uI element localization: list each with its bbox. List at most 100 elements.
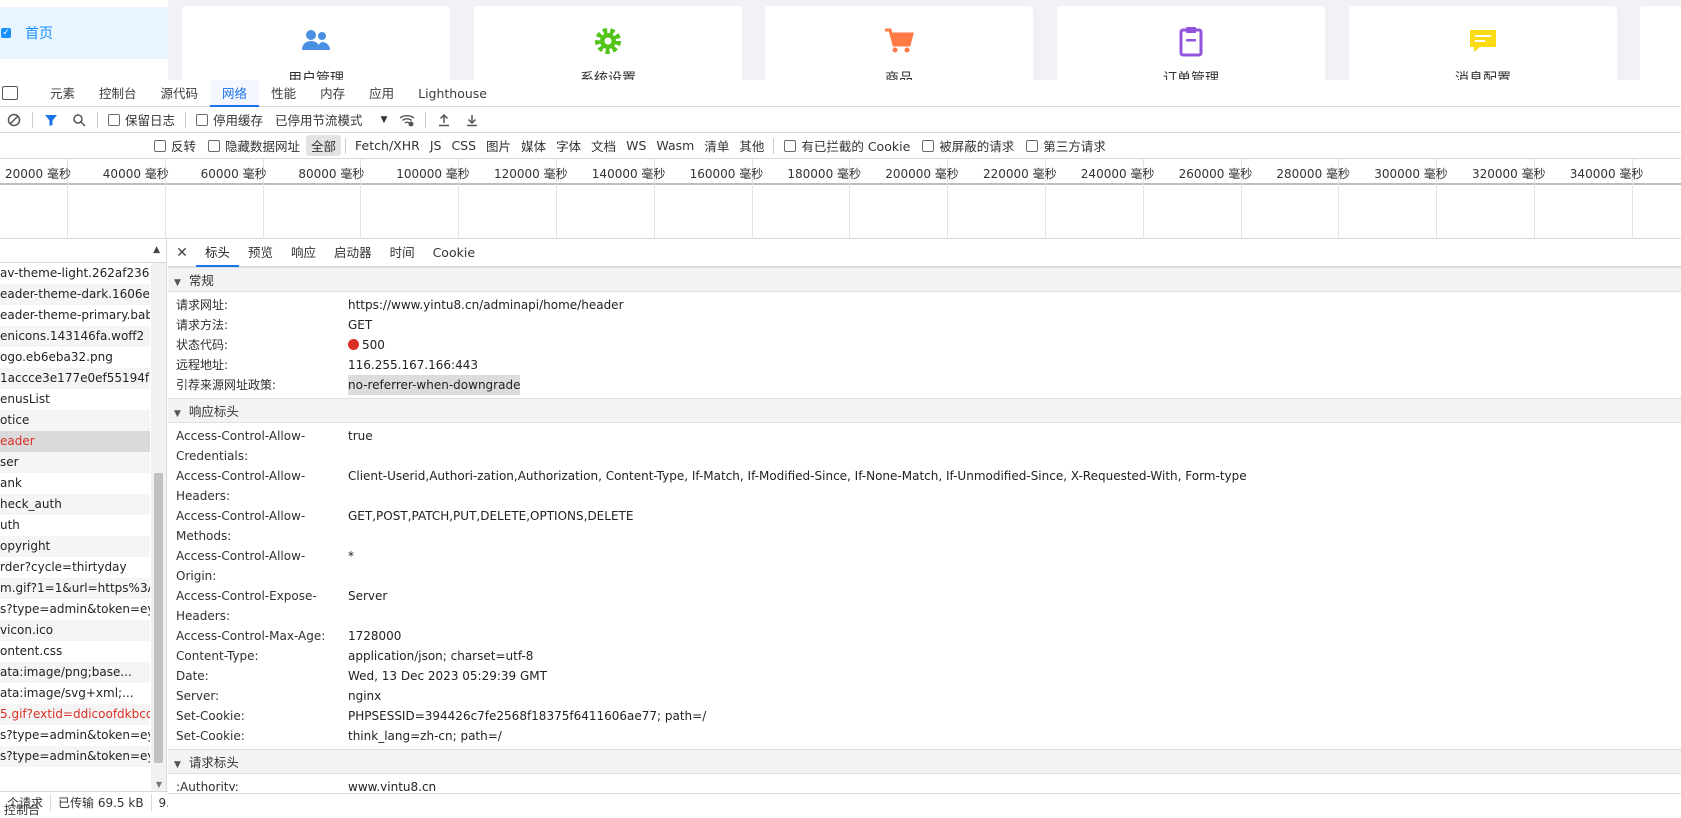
checkbox-box[interactable] (196, 113, 209, 126)
request-row[interactable]: m.gif?1=1&url=https%3A... (0, 578, 150, 599)
disable-cache-checkbox[interactable]: 停用缓存 (196, 110, 263, 129)
menu-item-home[interactable]: ✓ 首页 (0, 7, 168, 59)
filter-input[interactable] (2, 136, 148, 156)
request-row[interactable]: otice (0, 410, 150, 431)
filter-type-wasm[interactable]: Wasm (651, 137, 699, 154)
request-row[interactable]: uth (0, 515, 150, 536)
request-row[interactable]: eader-theme-primary.bab... (0, 305, 150, 326)
filter-type-media[interactable]: 媒体 (516, 135, 551, 156)
timeline-overview[interactable]: 20000 毫秒 40000 毫秒 60000 毫秒 80000 毫秒 100000 毫… (0, 159, 1681, 239)
checkbox-box[interactable] (1026, 139, 1039, 152)
request-row[interactable]: opyright (0, 536, 150, 557)
detail-tab-response[interactable]: 响应 (282, 239, 325, 267)
filter-type-other[interactable]: 其他 (734, 135, 769, 156)
header-row: Access-Control-Allow-Credentials: true (176, 426, 1681, 466)
clear-icon[interactable] (6, 112, 22, 128)
hide-data-urls-checkbox[interactable]: 隐藏数据网址 (208, 136, 300, 155)
filter-type-img[interactable]: 图片 (481, 135, 516, 156)
tab-sources[interactable]: 源代码 (149, 80, 211, 107)
blocked-cookies-label: 有已拦截的 Cookie (801, 139, 911, 154)
filter-type-ws[interactable]: WS (621, 137, 651, 154)
request-row[interactable]: 5.gif?extid=ddicoofdkbcd... (0, 704, 150, 725)
close-icon[interactable]: ✕ (168, 245, 196, 261)
card-users[interactable]: 用户管理 (182, 6, 450, 80)
request-row[interactable]: s?type=admin&token=ey... (0, 599, 150, 620)
request-row[interactable]: enusList (0, 389, 150, 410)
checkbox-box[interactable] (208, 139, 221, 152)
filter-type-js[interactable]: JS (425, 137, 447, 154)
tab-memory[interactable]: 内存 (308, 80, 357, 107)
filter-type-all[interactable]: 全部 (306, 135, 342, 156)
download-icon[interactable] (464, 112, 480, 128)
network-conditions-icon[interactable] (399, 112, 415, 128)
request-row[interactable]: enicons.143146fa.woff2 (0, 326, 150, 347)
third-party-checkbox[interactable]: 第三方请求 (1026, 136, 1106, 155)
device-toggle-icon[interactable] (2, 86, 18, 100)
detail-tab-preview[interactable]: 预览 (239, 239, 282, 267)
filter-icon[interactable] (43, 112, 59, 128)
card-partial[interactable] (1640, 6, 1681, 80)
filter-type-font[interactable]: 字体 (551, 135, 586, 156)
tab-console[interactable]: 控制台 (87, 80, 149, 107)
card-orders[interactable]: 订单管理 (1057, 6, 1325, 80)
request-row[interactable]: av-theme-light.262af236.s... (0, 263, 150, 284)
detail-tab-timing[interactable]: 时间 (381, 239, 424, 267)
header-value: GET,POST,PATCH,PUT,DELETE,OPTIONS,DELETE (348, 509, 634, 523)
tab-application[interactable]: 应用 (357, 80, 406, 107)
tab-performance[interactable]: 性能 (259, 80, 308, 107)
section-general-header[interactable]: ▼ 常规 (168, 267, 1681, 292)
header-value: application/json; charset=utf-8 (348, 649, 534, 663)
search-icon[interactable] (71, 112, 87, 128)
filter-type-fetch-xhr[interactable]: Fetch/XHR (350, 137, 425, 154)
upload-icon[interactable] (436, 112, 452, 128)
request-row[interactable]: ata:image/png;base... (0, 662, 150, 683)
checkbox-box[interactable] (108, 113, 120, 126)
section-request-headers-header[interactable]: ▼ 请求标头 (168, 749, 1681, 774)
invert-checkbox[interactable]: 反转 (154, 136, 196, 155)
throttle-select[interactable]: 已停用节流模式 ▼ (275, 110, 387, 129)
detail-tab-initiator[interactable]: 启动器 (325, 239, 381, 267)
scrollbar-thumb[interactable] (154, 473, 163, 763)
blocked-requests-checkbox[interactable]: 被屏蔽的请求 (922, 136, 1014, 155)
preserve-log-checkbox[interactable]: 保留日志 (108, 110, 175, 129)
detail-tab-cookies[interactable]: Cookie (424, 239, 484, 267)
section-response-headers-header[interactable]: ▼ 响应标头 (168, 398, 1681, 423)
card-products[interactable]: 商品 (765, 6, 1033, 80)
request-list-header[interactable]: ▲ (0, 239, 166, 263)
sort-up-icon[interactable]: ▲ (153, 245, 160, 255)
request-row[interactable]: s?type=admin&token=ey... (0, 746, 150, 767)
tab-network[interactable]: 网络 (210, 79, 260, 107)
detail-tab-headers[interactable]: 标头 (196, 239, 240, 267)
tab-elements[interactable]: 元素 (38, 80, 87, 107)
filter-type-css[interactable]: CSS (446, 137, 481, 154)
tab-lighthouse[interactable]: Lighthouse (406, 80, 499, 107)
request-row[interactable]: 1accce3e177e0ef55194f72... (0, 368, 150, 389)
card-users-title: 用户管理 (288, 71, 344, 80)
separator (185, 111, 187, 128)
scroll-down-icon[interactable]: ▼ (156, 780, 162, 789)
request-row[interactable]: ank (0, 473, 150, 494)
request-list-scrollbar[interactable]: ▼ (151, 263, 166, 791)
transferred-size: 已传输 69.5 kB (51, 794, 152, 811)
filter-type-manifest[interactable]: 清单 (699, 135, 734, 156)
request-row[interactable]: heck_auth (0, 494, 150, 515)
request-row[interactable]: ata:image/svg+xml;... (0, 683, 150, 704)
request-row[interactable]: rder?cycle=thirtyday (0, 557, 150, 578)
card-settings[interactable]: 系统设置 (474, 6, 742, 80)
request-row[interactable]: ser (0, 452, 150, 473)
timeline-tick-label: 100000 毫秒 (396, 167, 470, 181)
request-row[interactable]: vicon.ico (0, 620, 150, 641)
card-messages[interactable]: 消息配置 (1349, 6, 1617, 80)
blocked-cookies-checkbox[interactable]: 有已拦截的 Cookie (784, 136, 910, 155)
request-row[interactable]: eader (0, 431, 150, 452)
request-row[interactable]: ontent.css (0, 641, 150, 662)
request-row[interactable]: s?type=admin&token=ey... (0, 725, 150, 746)
request-row[interactable]: eader-theme-dark.1606ed... (0, 284, 150, 305)
console-drawer-tab[interactable]: 控制台 (4, 801, 40, 818)
header-key: 请求方法: (176, 318, 229, 332)
checkbox-box[interactable] (784, 139, 797, 152)
checkbox-box[interactable] (154, 139, 166, 152)
request-row[interactable]: ogo.eb6eba32.png (0, 347, 150, 368)
checkbox-box[interactable] (922, 139, 935, 152)
filter-type-doc[interactable]: 文档 (586, 135, 621, 156)
